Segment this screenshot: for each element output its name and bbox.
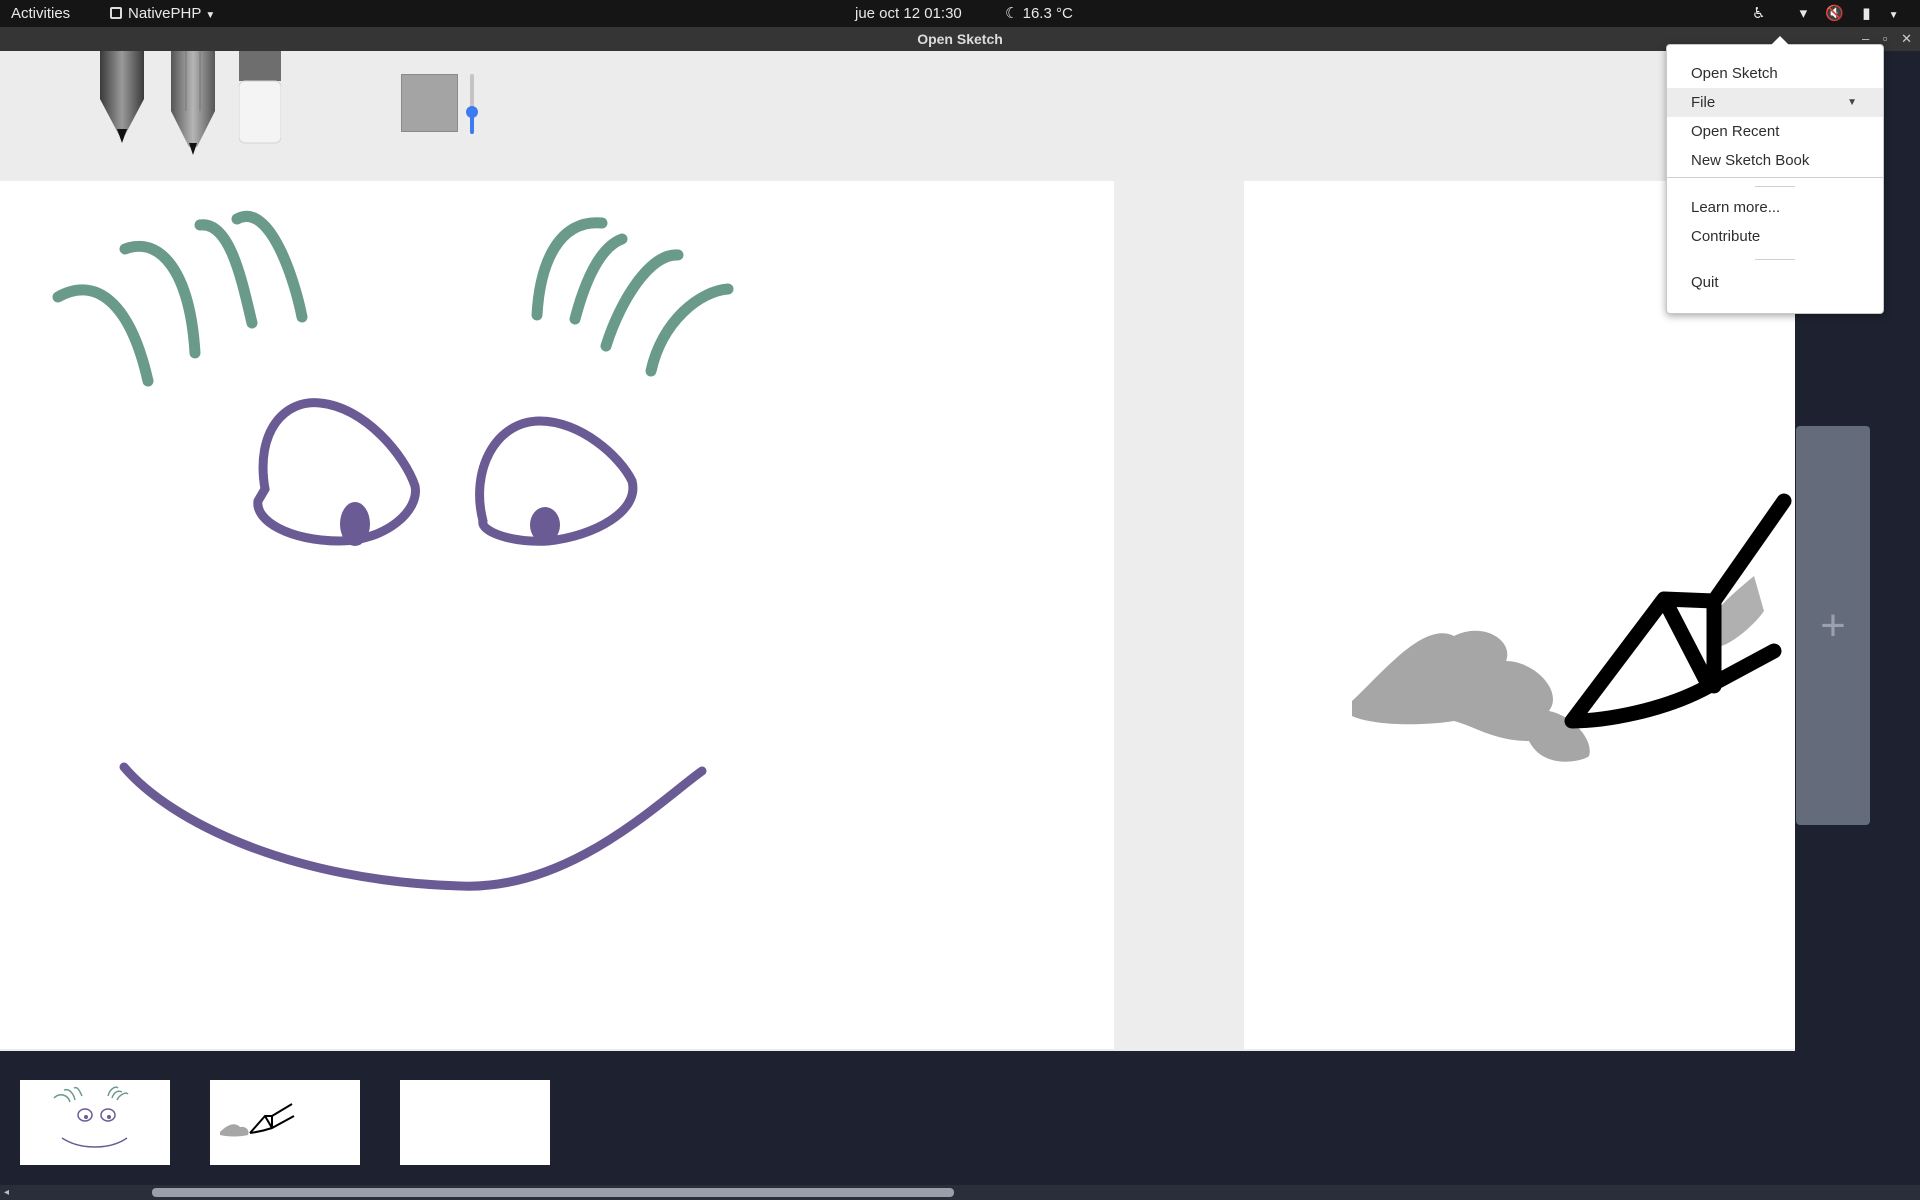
drawing-toolbar (0, 51, 1795, 181)
face-strokes (119, 398, 707, 891)
clock[interactable]: jue oct 12 01:30 (855, 0, 962, 27)
menu-item-file[interactable]: File ▼ (1667, 88, 1883, 117)
chevron-down-icon: ▼ (1847, 97, 1857, 108)
system-menu-arrow-icon[interactable]: ▼ (1889, 2, 1899, 29)
close-icon[interactable]: ✕ (1901, 31, 1912, 46)
window-title: Open Sketch (917, 31, 1003, 47)
pencil-tool-icon[interactable] (168, 51, 218, 156)
eraser-tool-icon[interactable] (239, 51, 281, 147)
chevron-down-icon: ▼ (205, 10, 216, 21)
accessibility-icon[interactable]: ♿ (1752, 0, 1766, 29)
page-thumbnail-1[interactable] (20, 1080, 170, 1165)
page-thumbnail-2[interactable] (210, 1080, 360, 1165)
sketch-canvas-area (0, 181, 1795, 1051)
moon-icon: ☾ (1005, 5, 1019, 22)
app-icon (110, 7, 122, 19)
page-thumbnail-3[interactable] (400, 1080, 550, 1165)
menu-separator (1755, 259, 1795, 260)
menu-item-open-sketch[interactable]: Open Sketch (1667, 59, 1883, 88)
pen-tool-icon[interactable] (97, 51, 147, 146)
menu-separator (1755, 186, 1795, 187)
menu-item-contribute[interactable]: Contribute (1667, 222, 1883, 251)
slider-knob[interactable] (466, 106, 478, 118)
scrollbar-thumb[interactable] (152, 1188, 954, 1197)
activities-button[interactable]: Activities (11, 0, 70, 27)
hair-strokes (52, 211, 734, 387)
plus-icon: + (1820, 601, 1846, 650)
wifi-icon[interactable]: ▾ (1800, 0, 1808, 27)
brush-size-slider[interactable] (466, 74, 478, 136)
volume-muted-icon[interactable]: 🔇 (1825, 0, 1844, 27)
window-title-bar: Open Sketch – ▫ ✕ (0, 27, 1920, 51)
page-thumbnails-strip (0, 1060, 1920, 1185)
menu-separator (1667, 177, 1883, 178)
sketch-page-1[interactable] (0, 181, 1114, 1049)
menu-item-open-recent[interactable]: Open Recent (1667, 117, 1883, 146)
face-drawing (52, 211, 734, 891)
weather-temperature: 16.3 °C (1022, 5, 1073, 22)
battery-icon[interactable]: ▮ (1862, 0, 1870, 27)
color-picker-swatch[interactable] (401, 74, 458, 132)
menu-item-file-label: File (1691, 94, 1716, 111)
menu-item-quit[interactable]: Quit (1667, 268, 1883, 297)
menu-item-learn-more[interactable]: Learn more... (1667, 193, 1883, 222)
maximize-icon[interactable]: ▫ (1883, 31, 1888, 46)
menu-item-new-sketch-book[interactable]: New Sketch Book (1667, 146, 1883, 175)
scroll-left-icon[interactable]: ◂ (4, 1185, 9, 1200)
app-menu-popup: Open Sketch File ▼ Open Recent New Sketc… (1666, 36, 1884, 314)
app-name-label: NativePHP (128, 5, 202, 22)
horizontal-scrollbar[interactable]: ◂ (0, 1185, 1920, 1200)
add-page-button[interactable]: + (1796, 426, 1870, 825)
app-menu-button[interactable]: NativePHP ▼ (110, 0, 215, 27)
weather-widget[interactable]: ☾ 16.3 °C (1005, 0, 1073, 27)
system-top-bar: Activities NativePHP ▼ jue oct 12 01:30 ☾… (0, 0, 1920, 29)
